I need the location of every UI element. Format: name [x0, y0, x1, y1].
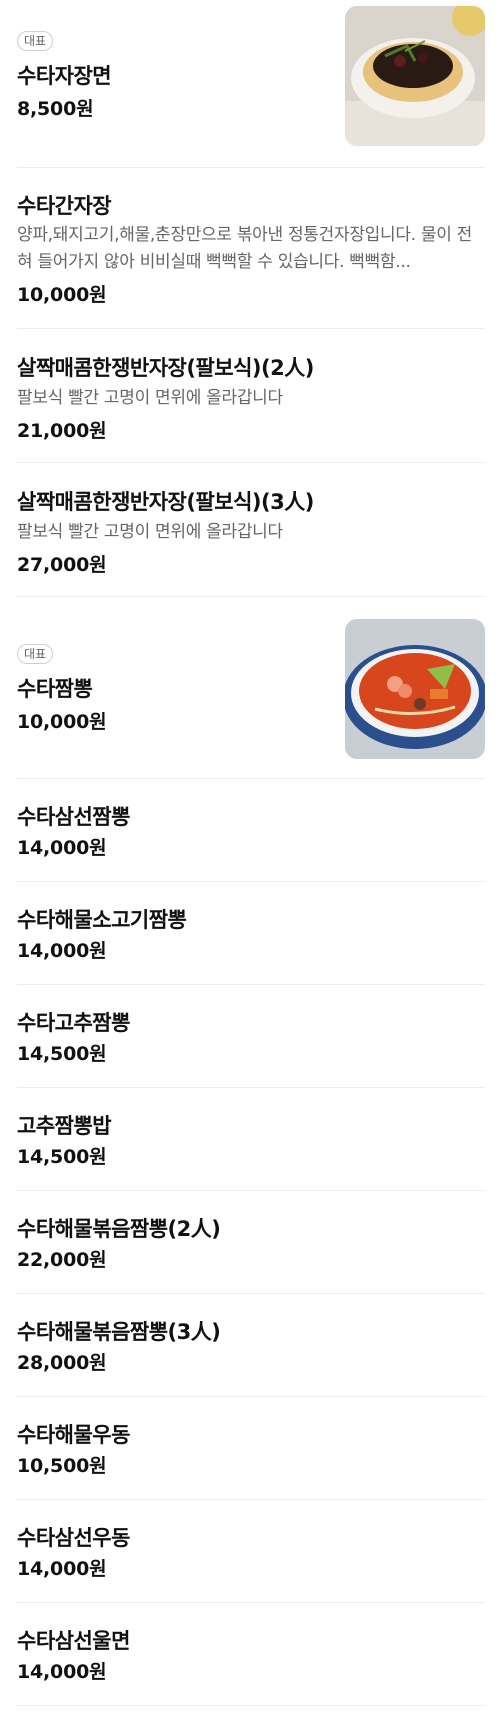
menu-item-name: 수타삼선울면	[17, 1629, 130, 1653]
menu-item-price: 14,000원	[17, 1661, 107, 1683]
menu-item-gochu-jjamppong[interactable]: 수타고추짬뽕 14,500원	[17, 985, 485, 1088]
menu-item-price: 27,000원	[17, 554, 107, 576]
jjamppong-photo[interactable]	[345, 619, 485, 759]
menu-item-description: 양파,돼지고기,해물,춘장만으로 볶아낸 정통건자장입니다. 물이 전혀 들어가…	[17, 225, 473, 272]
menu-item-price: 10,000원	[17, 284, 107, 306]
menu-item-jajangmyeon[interactable]: 대표 수타자장면 8,500원	[17, 0, 485, 168]
menu-item-price: 10,500원	[17, 1455, 107, 1477]
menu-item-name: 수타고추짬뽕	[17, 1011, 130, 1035]
menu-item-haemul-bokkeum-jjamppong-3[interactable]: 수타해물볶음짬뽕(3人) 28,000원	[17, 1294, 485, 1397]
menu-item-price: 8,500원	[17, 98, 94, 120]
menu-item-price: 14,000원	[17, 940, 107, 962]
menu-list: 대표 수타자장면 8,500원 수타간자장 양파,돼지고기,해물,춘장만으로 볶…	[0, 0, 502, 1706]
signature-badge: 대표	[17, 31, 54, 51]
menu-item-haemul-udong[interactable]: 수타해물우동 10,500원	[17, 1397, 485, 1500]
menu-item-description: 팔보식 빨간 고명이 면위에 올라갑니다	[17, 522, 283, 542]
menu-item-price: 22,000원	[17, 1249, 107, 1271]
menu-item-description: 팔보식 빨간 고명이 면위에 올라갑니다	[17, 388, 283, 408]
menu-item-price: 21,000원	[17, 420, 107, 442]
menu-item-price: 14,500원	[17, 1043, 107, 1065]
menu-item-name: 수타간자장	[17, 194, 112, 218]
menu-item-samseon-udong[interactable]: 수타삼선우동 14,000원	[17, 1500, 485, 1603]
jajangmyeon-photo[interactable]	[345, 6, 485, 146]
menu-item-name: 수타해물우동	[17, 1423, 130, 1447]
menu-item-price: 14,000원	[17, 1558, 107, 1580]
menu-item-name: 수타삼선짬뽕	[17, 805, 130, 829]
menu-item-name: 수타해물볶음짬뽕(3人)	[17, 1320, 221, 1344]
menu-item-jaengban-jajang-2[interactable]: 살짝매콤한쟁반자장(팔보식)(2人) 팔보식 빨간 고명이 면위에 올라갑니다 …	[17, 329, 485, 463]
menu-item-name: 살짝매콤한쟁반자장(팔보식)(2人)	[17, 356, 314, 380]
menu-item-price: 10,000원	[17, 711, 107, 733]
menu-item-name: 살짝매콤한쟁반자장(팔보식)(3人)	[17, 490, 314, 514]
menu-item-price: 14,000원	[17, 837, 107, 859]
menu-item-gochu-jjamppong-bap[interactable]: 고추짬뽕밥 14,500원	[17, 1088, 485, 1191]
menu-item-jjamppong[interactable]: 대표 수타짬뽕 10,000원	[17, 597, 485, 779]
menu-item-name: 수타해물소고기짬뽕	[17, 908, 187, 932]
menu-item-samseon-ulmyeon[interactable]: 수타삼선울면 14,000원	[17, 1603, 485, 1706]
menu-item-jaengban-jajang-3[interactable]: 살짝매콤한쟁반자장(팔보식)(3人) 팔보식 빨간 고명이 면위에 올라갑니다 …	[17, 463, 485, 597]
menu-item-gan-jajang[interactable]: 수타간자장 양파,돼지고기,해물,춘장만으로 볶아낸 정통건자장입니다. 물이 …	[17, 168, 485, 329]
menu-item-price: 14,500원	[17, 1146, 107, 1168]
menu-item-haemul-sogogi-jjamppong[interactable]: 수타해물소고기짬뽕 14,000원	[17, 882, 485, 985]
menu-item-haemul-bokkeum-jjamppong-2[interactable]: 수타해물볶음짬뽕(2人) 22,000원	[17, 1191, 485, 1294]
menu-item-price: 28,000원	[17, 1352, 107, 1374]
menu-item-samseon-jjamppong[interactable]: 수타삼선짬뽕 14,000원	[17, 779, 485, 882]
menu-item-name: 고추짬뽕밥	[17, 1114, 112, 1138]
signature-badge: 대표	[17, 644, 54, 664]
menu-item-name: 수타자장면	[17, 64, 112, 88]
menu-item-name: 수타해물볶음짬뽕(2人)	[17, 1217, 221, 1241]
menu-item-name: 수타삼선우동	[17, 1526, 130, 1550]
menu-item-name: 수타짬뽕	[17, 677, 93, 701]
